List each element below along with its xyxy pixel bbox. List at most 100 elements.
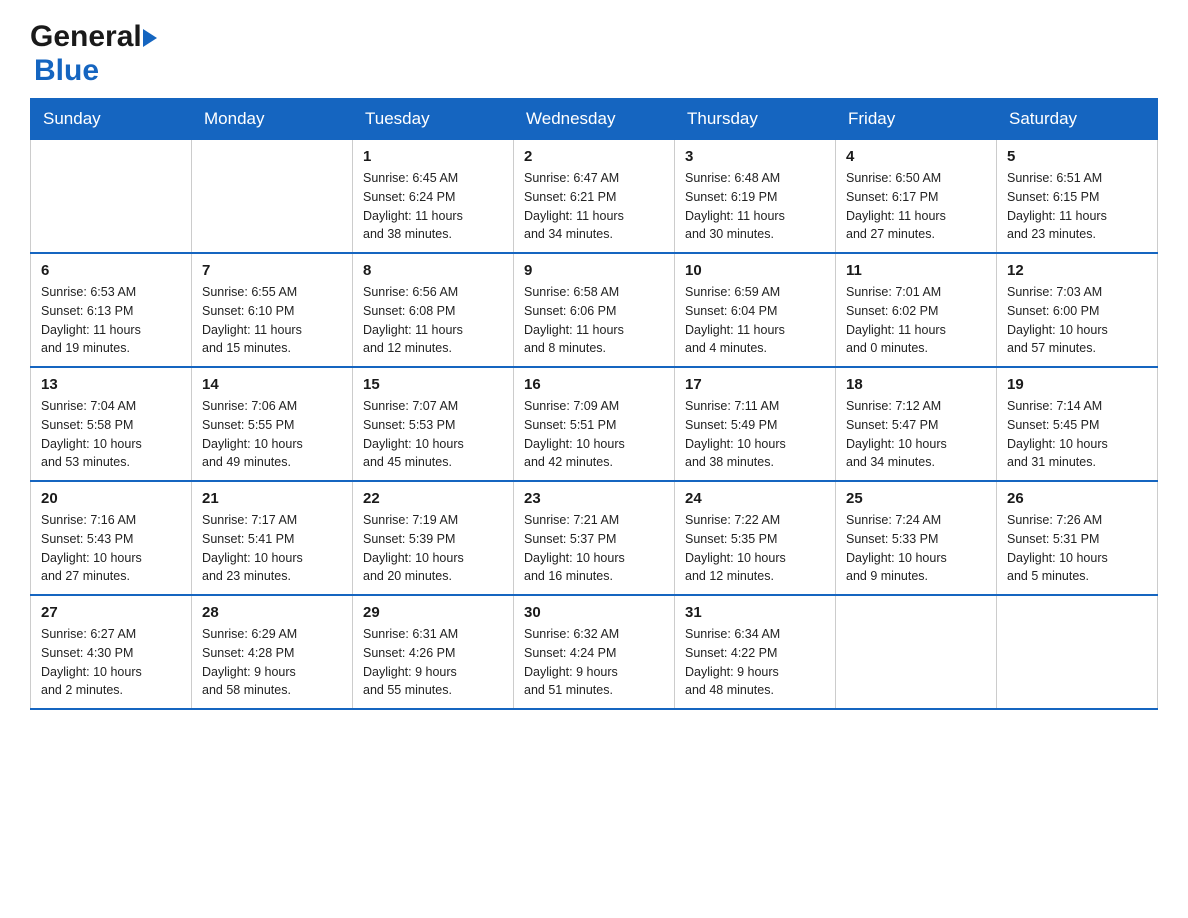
weekday-header-row: SundayMondayTuesdayWednesdayThursdayFrid… <box>31 99 1158 140</box>
calendar-cell: 30 Sunrise: 6:32 AM Sunset: 4:24 PM Dayli… <box>514 595 675 709</box>
calendar-cell: 25 Sunrise: 7:24 AM Sunset: 5:33 PM Dayli… <box>836 481 997 595</box>
day-number: 26 <box>1007 490 1147 507</box>
week-row-2: 6 Sunrise: 6:53 AM Sunset: 6:13 PM Daylig… <box>31 253 1158 367</box>
week-row-3: 13 Sunrise: 7:04 AM Sunset: 5:58 PM Dayli… <box>31 367 1158 481</box>
day-info: Sunrise: 7:07 AM Sunset: 5:53 PM Dayligh… <box>363 397 503 472</box>
calendar-cell: 9 Sunrise: 6:58 AM Sunset: 6:06 PM Daylig… <box>514 253 675 367</box>
day-number: 14 <box>202 376 342 393</box>
weekday-header-tuesday: Tuesday <box>353 99 514 140</box>
calendar-cell: 12 Sunrise: 7:03 AM Sunset: 6:00 PM Dayli… <box>997 253 1158 367</box>
day-number: 19 <box>1007 376 1147 393</box>
day-number: 16 <box>524 376 664 393</box>
calendar-cell: 7 Sunrise: 6:55 AM Sunset: 6:10 PM Daylig… <box>192 253 353 367</box>
day-info: Sunrise: 6:34 AM Sunset: 4:22 PM Dayligh… <box>685 625 825 700</box>
day-number: 10 <box>685 262 825 279</box>
day-info: Sunrise: 6:29 AM Sunset: 4:28 PM Dayligh… <box>202 625 342 700</box>
day-info: Sunrise: 6:53 AM Sunset: 6:13 PM Dayligh… <box>41 283 181 358</box>
week-row-1: 1 Sunrise: 6:45 AM Sunset: 6:24 PM Daylig… <box>31 140 1158 254</box>
weekday-header-thursday: Thursday <box>675 99 836 140</box>
day-number: 2 <box>524 148 664 165</box>
calendar-cell: 6 Sunrise: 6:53 AM Sunset: 6:13 PM Daylig… <box>31 253 192 367</box>
day-number: 30 <box>524 604 664 621</box>
day-info: Sunrise: 7:01 AM Sunset: 6:02 PM Dayligh… <box>846 283 986 358</box>
day-number: 15 <box>363 376 503 393</box>
calendar-cell: 17Sunrise: 7:11 AM Sunset: 5:49 PM Dayli… <box>675 367 836 481</box>
logo-general: General <box>30 20 142 54</box>
calendar-cell: 10 Sunrise: 6:59 AM Sunset: 6:04 PM Dayli… <box>675 253 836 367</box>
calendar-cell: 2 Sunrise: 6:47 AM Sunset: 6:21 PM Daylig… <box>514 140 675 254</box>
day-info: Sunrise: 7:04 AM Sunset: 5:58 PM Dayligh… <box>41 397 181 472</box>
weekday-header-friday: Friday <box>836 99 997 140</box>
logo: General Blue <box>30 20 157 88</box>
day-info: Sunrise: 6:58 AM Sunset: 6:06 PM Dayligh… <box>524 283 664 358</box>
calendar-cell: 13 Sunrise: 7:04 AM Sunset: 5:58 PM Dayli… <box>31 367 192 481</box>
day-info: Sunrise: 7:26 AM Sunset: 5:31 PM Dayligh… <box>1007 511 1147 586</box>
day-number: 6 <box>41 262 181 279</box>
day-number: 5 <box>1007 148 1147 165</box>
calendar-table: SundayMondayTuesdayWednesdayThursdayFrid… <box>30 98 1158 710</box>
calendar-cell: 5 Sunrise: 6:51 AM Sunset: 6:15 PM Daylig… <box>997 140 1158 254</box>
week-row-4: 20 Sunrise: 7:16 AM Sunset: 5:43 PM Dayli… <box>31 481 1158 595</box>
calendar-cell: 20 Sunrise: 7:16 AM Sunset: 5:43 PM Dayli… <box>31 481 192 595</box>
calendar-cell: 29Sunrise: 6:31 AM Sunset: 4:26 PM Dayli… <box>353 595 514 709</box>
day-info: Sunrise: 7:17 AM Sunset: 5:41 PM Dayligh… <box>202 511 342 586</box>
calendar-cell: 21 Sunrise: 7:17 AM Sunset: 5:41 PM Dayli… <box>192 481 353 595</box>
calendar-cell: 18 Sunrise: 7:12 AM Sunset: 5:47 PM Dayli… <box>836 367 997 481</box>
logo-arrow-icon <box>143 29 157 47</box>
day-info: Sunrise: 7:03 AM Sunset: 6:00 PM Dayligh… <box>1007 283 1147 358</box>
day-info: Sunrise: 6:27 AM Sunset: 4:30 PM Dayligh… <box>41 625 181 700</box>
day-number: 4 <box>846 148 986 165</box>
day-number: 20 <box>41 490 181 507</box>
calendar-cell: 28 Sunrise: 6:29 AM Sunset: 4:28 PM Dayli… <box>192 595 353 709</box>
day-info: Sunrise: 6:47 AM Sunset: 6:21 PM Dayligh… <box>524 169 664 244</box>
calendar-cell: 22 Sunrise: 7:19 AM Sunset: 5:39 PM Dayli… <box>353 481 514 595</box>
day-number: 17 <box>685 376 825 393</box>
day-number: 18 <box>846 376 986 393</box>
day-info: Sunrise: 6:51 AM Sunset: 6:15 PM Dayligh… <box>1007 169 1147 244</box>
day-number: 22 <box>363 490 503 507</box>
calendar-cell: 23Sunrise: 7:21 AM Sunset: 5:37 PM Dayli… <box>514 481 675 595</box>
day-info: Sunrise: 7:12 AM Sunset: 5:47 PM Dayligh… <box>846 397 986 472</box>
calendar-cell: 8 Sunrise: 6:56 AM Sunset: 6:08 PM Daylig… <box>353 253 514 367</box>
weekday-header-monday: Monday <box>192 99 353 140</box>
day-number: 27 <box>41 604 181 621</box>
day-info: Sunrise: 7:09 AM Sunset: 5:51 PM Dayligh… <box>524 397 664 472</box>
day-info: Sunrise: 7:16 AM Sunset: 5:43 PM Dayligh… <box>41 511 181 586</box>
day-info: Sunrise: 6:55 AM Sunset: 6:10 PM Dayligh… <box>202 283 342 358</box>
day-info: Sunrise: 7:21 AM Sunset: 5:37 PM Dayligh… <box>524 511 664 586</box>
day-info: Sunrise: 7:24 AM Sunset: 5:33 PM Dayligh… <box>846 511 986 586</box>
day-info: Sunrise: 6:32 AM Sunset: 4:24 PM Dayligh… <box>524 625 664 700</box>
day-info: Sunrise: 6:31 AM Sunset: 4:26 PM Dayligh… <box>363 625 503 700</box>
week-row-5: 27 Sunrise: 6:27 AM Sunset: 4:30 PM Dayli… <box>31 595 1158 709</box>
day-number: 8 <box>363 262 503 279</box>
day-info: Sunrise: 6:50 AM Sunset: 6:17 PM Dayligh… <box>846 169 986 244</box>
logo-blue: Blue <box>34 54 99 88</box>
weekday-header-wednesday: Wednesday <box>514 99 675 140</box>
calendar-cell: 11 Sunrise: 7:01 AM Sunset: 6:02 PM Dayli… <box>836 253 997 367</box>
day-info: Sunrise: 7:19 AM Sunset: 5:39 PM Dayligh… <box>363 511 503 586</box>
day-number: 13 <box>41 376 181 393</box>
calendar-cell: 31 Sunrise: 6:34 AM Sunset: 4:22 PM Dayli… <box>675 595 836 709</box>
day-number: 31 <box>685 604 825 621</box>
day-number: 28 <box>202 604 342 621</box>
day-number: 11 <box>846 262 986 279</box>
day-number: 7 <box>202 262 342 279</box>
day-info: Sunrise: 6:59 AM Sunset: 6:04 PM Dayligh… <box>685 283 825 358</box>
day-number: 12 <box>1007 262 1147 279</box>
day-info: Sunrise: 7:22 AM Sunset: 5:35 PM Dayligh… <box>685 511 825 586</box>
day-number: 21 <box>202 490 342 507</box>
calendar-cell: 19 Sunrise: 7:14 AM Sunset: 5:45 PM Dayli… <box>997 367 1158 481</box>
day-info: Sunrise: 6:56 AM Sunset: 6:08 PM Dayligh… <box>363 283 503 358</box>
day-number: 25 <box>846 490 986 507</box>
day-number: 1 <box>363 148 503 165</box>
day-number: 9 <box>524 262 664 279</box>
calendar-cell: 1 Sunrise: 6:45 AM Sunset: 6:24 PM Daylig… <box>353 140 514 254</box>
calendar-cell: 26 Sunrise: 7:26 AM Sunset: 5:31 PM Dayli… <box>997 481 1158 595</box>
calendar-cell: 14Sunrise: 7:06 AM Sunset: 5:55 PM Dayli… <box>192 367 353 481</box>
calendar-cell <box>997 595 1158 709</box>
day-info: Sunrise: 6:45 AM Sunset: 6:24 PM Dayligh… <box>363 169 503 244</box>
day-number: 24 <box>685 490 825 507</box>
page-header: General Blue <box>30 20 1158 88</box>
day-info: Sunrise: 7:14 AM Sunset: 5:45 PM Dayligh… <box>1007 397 1147 472</box>
day-info: Sunrise: 6:48 AM Sunset: 6:19 PM Dayligh… <box>685 169 825 244</box>
